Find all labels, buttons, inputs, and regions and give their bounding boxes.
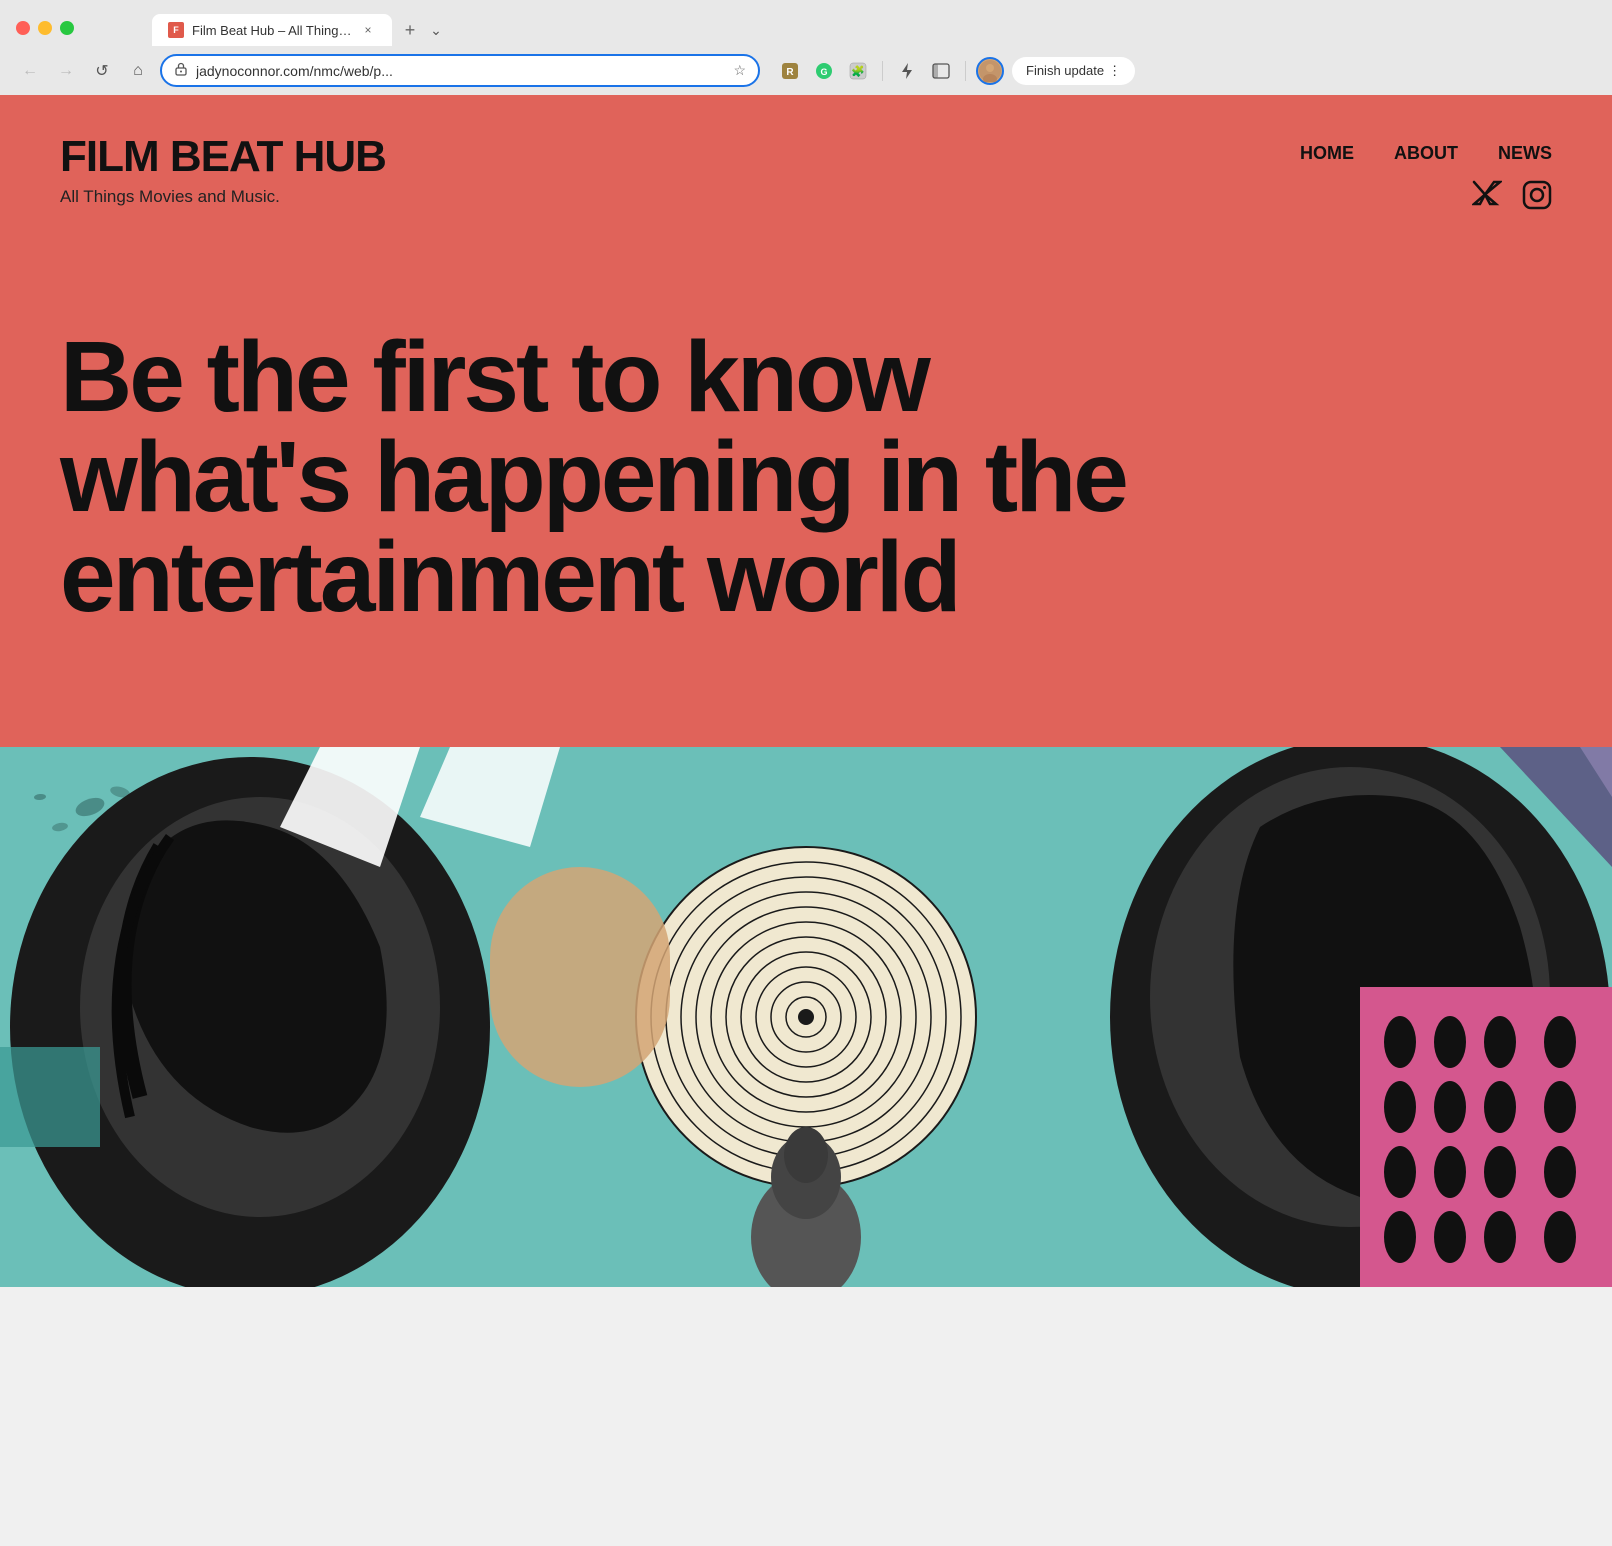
new-tab-button[interactable]: +	[396, 16, 424, 44]
social-icons	[1472, 180, 1552, 217]
home-button[interactable]: ⌂	[124, 57, 152, 85]
profile-button[interactable]	[976, 57, 1004, 85]
extension-icon-1[interactable]: R	[776, 57, 804, 85]
site-header: FILM BEAT HUB All Things Movies and Musi…	[0, 95, 1612, 247]
toolbar-divider	[882, 61, 883, 81]
tab-bar: F Film Beat Hub – All Things M... × + ⌄	[82, 14, 548, 46]
bolt-icon[interactable]	[893, 57, 921, 85]
extension-icon-3[interactable]: 🧩	[844, 57, 872, 85]
back-button[interactable]: ←	[16, 57, 44, 85]
browser-chrome: F Film Beat Hub – All Things M... × + ⌄ …	[0, 0, 1612, 95]
header-right: HOME ABOUT NEWS	[1300, 135, 1552, 217]
site-title: FILM BEAT HUB	[60, 135, 386, 179]
reload-button[interactable]: ↺	[88, 57, 116, 85]
site-tagline: All Things Movies and Music.	[60, 187, 386, 207]
chrome-menu-button[interactable]: ⌄	[424, 18, 448, 42]
instagram-icon[interactable]	[1522, 180, 1552, 217]
tab-bar-end: ⌄	[424, 18, 448, 42]
site-brand: FILM BEAT HUB All Things Movies and Musi…	[60, 135, 386, 207]
finish-update-menu-icon: ⋮	[1108, 63, 1121, 79]
url-text: jadynoconnor.com/nmc/web/p...	[196, 63, 725, 79]
toolbar: ← → ↺ ⌂ jadynoconnor.com/nmc/web/p... ☆	[0, 46, 1612, 95]
nav-news[interactable]: NEWS	[1498, 143, 1552, 164]
website-content: FILM BEAT HUB All Things Movies and Musi…	[0, 95, 1612, 1287]
hero-section: Be the first to know what's happening in…	[0, 247, 1612, 747]
twitter-icon[interactable]	[1472, 180, 1502, 217]
collage-svg	[0, 747, 1612, 1287]
toolbar-extensions: R G 🧩	[776, 57, 1004, 85]
minimize-window-button[interactable]	[38, 21, 52, 35]
back-icon: ←	[22, 62, 38, 80]
nav-home[interactable]: HOME	[1300, 143, 1354, 164]
tab-close-button[interactable]: ×	[360, 22, 376, 38]
tab-favicon: F	[168, 22, 184, 38]
svg-text:G: G	[820, 67, 827, 77]
forward-icon: →	[58, 62, 74, 80]
secure-icon	[174, 62, 188, 79]
nav-about[interactable]: ABOUT	[1394, 143, 1458, 164]
maximize-window-button[interactable]	[60, 21, 74, 35]
window-controls	[16, 21, 74, 35]
toolbar-divider-2	[965, 61, 966, 81]
home-icon: ⌂	[133, 62, 143, 80]
forward-button[interactable]: →	[52, 57, 80, 85]
tab-title: Film Beat Hub – All Things M...	[192, 23, 352, 38]
site-nav: HOME ABOUT NEWS	[1300, 143, 1552, 164]
extension-icon-2[interactable]: G	[810, 57, 838, 85]
reload-icon: ↺	[95, 61, 108, 81]
sidebar-icon[interactable]	[927, 57, 955, 85]
address-bar[interactable]: jadynoconnor.com/nmc/web/p... ☆	[160, 54, 760, 87]
active-tab[interactable]: F Film Beat Hub – All Things M... ×	[152, 14, 392, 46]
hero-headline: Be the first to know what's happening in…	[60, 327, 1160, 627]
finish-update-button[interactable]: Finish update ⋮	[1012, 57, 1135, 85]
bookmark-icon[interactable]: ☆	[733, 62, 746, 79]
collage-section	[0, 747, 1612, 1287]
finish-update-label: Finish update	[1026, 63, 1104, 78]
title-bar: F Film Beat Hub – All Things M... × + ⌄	[0, 0, 1612, 46]
svg-text:🧩: 🧩	[851, 65, 865, 78]
svg-text:R: R	[786, 67, 794, 78]
close-window-button[interactable]	[16, 21, 30, 35]
